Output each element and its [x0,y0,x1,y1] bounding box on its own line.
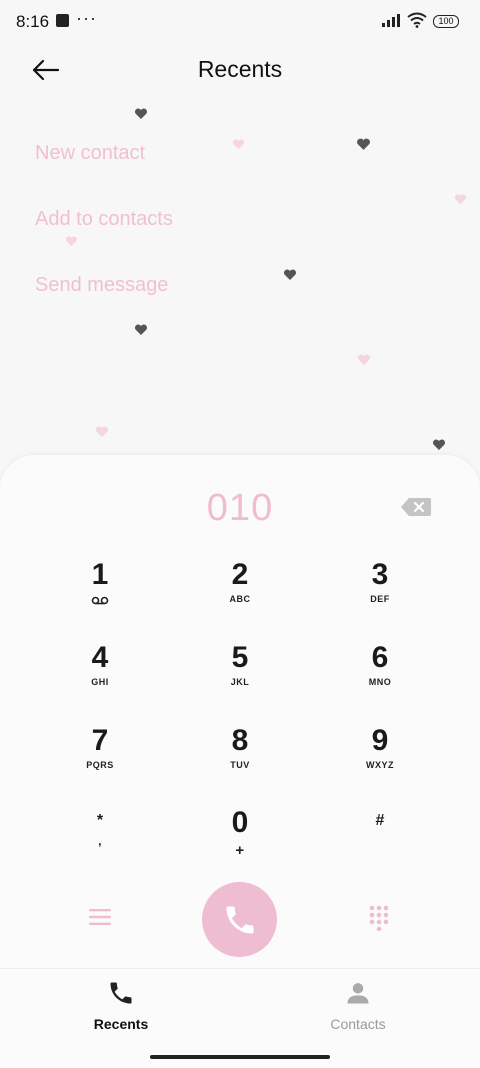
more-notifications-icon: ··· [76,8,97,28]
dial-key-9[interactable]: 9 WXYZ [320,724,440,794]
bottom-navigation: Recents Contacts [0,968,480,1068]
backspace-icon[interactable] [400,497,432,517]
heart-decoration-icon [134,324,148,335]
heart-decoration-icon [357,354,371,365]
heart-decoration-icon [134,108,148,119]
home-indicator[interactable] [150,1055,330,1059]
dial-key-5[interactable]: 5 JKL [180,641,300,711]
heart-decoration-icon [95,426,109,437]
call-button[interactable] [202,882,277,957]
voicemail-icon [91,596,109,605]
battery-icon: 100 [433,15,459,28]
person-icon [347,983,369,1004]
dialpad-toggle-icon[interactable] [369,905,389,931]
dial-key-7[interactable]: 7 PQRS [40,724,160,794]
heart-decoration-icon [454,194,467,205]
dial-key-2[interactable]: 2 ABC [180,558,300,628]
dial-key-6[interactable]: 6 MNO [320,641,440,711]
dial-key-1[interactable]: 1 [40,558,160,628]
heart-decoration-icon [283,269,297,280]
dial-key-hash[interactable]: # [320,810,440,880]
heart-decoration-icon [357,138,370,150]
send-message-option[interactable]: Send message [35,272,173,338]
menu-icon[interactable] [89,908,111,926]
phone-icon [226,906,254,934]
nav-tab-recents[interactable]: Recents [51,979,191,1032]
dial-key-3[interactable]: 3 DEF [320,558,440,628]
status-bar: 8:16 ··· 100 [0,0,480,44]
wifi-icon [407,12,427,28]
app-header: Recents [0,44,480,96]
dial-key-8[interactable]: 8 TUV [180,724,300,794]
signal-icon [382,14,400,27]
status-time: 8:16 [16,12,50,31]
heart-decoration-icon [432,439,446,450]
phone-icon [110,982,132,1004]
dial-key-4[interactable]: 4 GHI [40,641,160,711]
heart-decoration-icon [65,236,78,247]
page-title: Recents [197,56,283,82]
number-options-menu: New contact Add to contacts Send message [35,140,173,338]
dial-key-0[interactable]: 0 + [180,806,300,876]
dial-key-star[interactable]: * , [40,810,160,880]
notification-icon [56,14,69,27]
nav-tab-contacts[interactable]: Contacts [288,979,428,1032]
add-to-contacts-option[interactable]: Add to contacts [35,206,173,272]
new-contact-option[interactable]: New contact [35,140,173,206]
heart-decoration-icon [232,139,245,150]
